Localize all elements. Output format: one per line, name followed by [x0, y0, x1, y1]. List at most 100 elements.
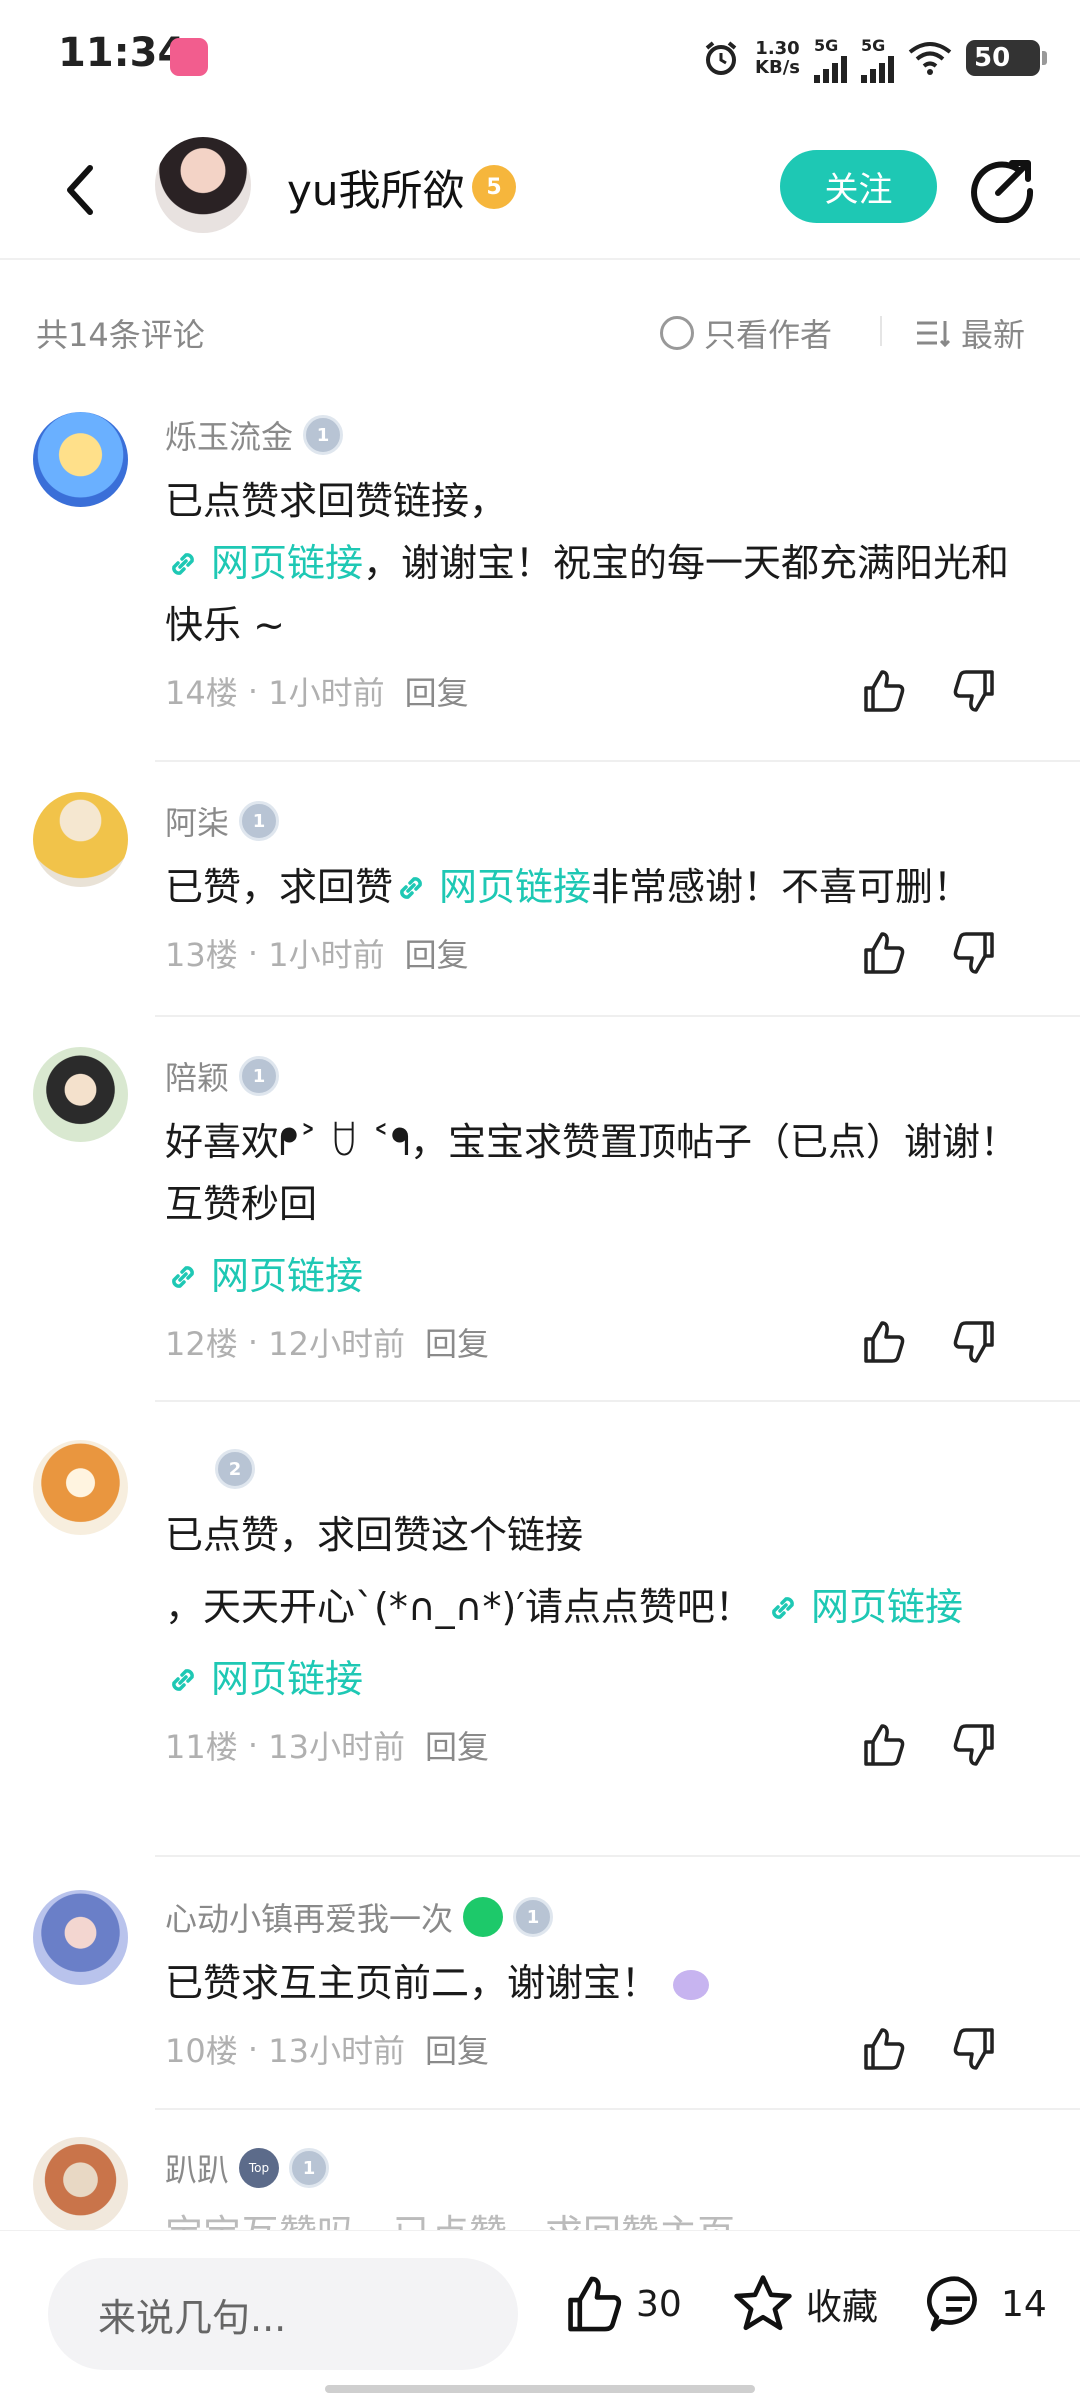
- like-button[interactable]: 30: [560, 2271, 682, 2337]
- reply-button[interactable]: 回复: [425, 1319, 489, 1365]
- commenter-name[interactable]: 心动小镇再爱我一次: [165, 1894, 453, 1940]
- favorite-label: 收藏: [806, 2287, 879, 2328]
- sort-latest-label: 最新: [961, 316, 1026, 354]
- commenter-name[interactable]: 阿柒: [165, 798, 229, 844]
- comment-body: 好喜欢ᖰ˃ ꇴ ˂ᖳ，宝宝求赞置顶帖子（已点）谢谢！ 互赞秒回: [165, 1120, 1018, 1226]
- level-value: 1: [302, 2157, 316, 2179]
- signal-2-label: 5G: [861, 35, 886, 55]
- comment-actions: [858, 1720, 1000, 1770]
- thumbs-up-icon[interactable]: [858, 928, 908, 978]
- commenter-avatar[interactable]: [33, 2137, 128, 2230]
- commenter-name[interactable]: 陪颖: [165, 1053, 229, 1099]
- signal-1: 5G: [814, 34, 847, 83]
- sort-latest-button[interactable]: 最新: [915, 310, 1025, 356]
- signal-bars-icon: [861, 55, 894, 83]
- web-link[interactable]: 网页链接: [165, 1657, 363, 1701]
- radio-circle-icon: [660, 316, 694, 350]
- commenter-name[interactable]: 趴趴: [165, 2145, 229, 2191]
- vip-badge-icon: [463, 1897, 504, 1937]
- comment-meta: 10楼 · 13小时前 回复: [165, 2014, 1040, 2084]
- thumbs-up-icon[interactable]: [858, 666, 908, 716]
- comment-meta: 13楼 · 1小时前 回复: [165, 918, 1040, 988]
- comment-line: 网页链接: [165, 1648, 1040, 1710]
- thumbs-up-icon[interactable]: [858, 2024, 908, 2074]
- thumbs-up-icon[interactable]: [858, 1317, 908, 1367]
- comment-body: 已赞求互主页前二，谢谢宝！: [165, 1961, 660, 2005]
- comment-time: 13小时前: [268, 1728, 405, 1766]
- thumbs-down-icon[interactable]: [950, 1720, 1000, 1770]
- commenter-name-row: 陪颖 1: [165, 1051, 1040, 1101]
- author-only-toggle[interactable]: 只看作者: [660, 310, 832, 356]
- share-button[interactable]: [968, 153, 1038, 224]
- author-avatar[interactable]: [155, 137, 251, 233]
- home-indicator[interactable]: [325, 2385, 755, 2393]
- commenter-name[interactable]: 烁玉流金: [165, 412, 293, 458]
- comment-line: 已点赞求回赞链接，: [165, 479, 508, 523]
- divider: [155, 1400, 1080, 1402]
- floor-number: 14楼: [165, 674, 238, 712]
- comment-list: 烁玉流金 1 已点赞求回赞链接， 网页链接，谢谢宝！祝宝的每一天都充满阳光和快乐…: [0, 400, 1080, 2230]
- signal-1-label: 5G: [814, 35, 839, 55]
- comment-text-before-link: 已赞，求回赞: [165, 865, 394, 909]
- thumbs-down-icon[interactable]: [950, 1317, 1000, 1367]
- web-link[interactable]: 网页链接: [165, 541, 363, 585]
- comment-item: 2 已点赞，求回赞这个链接 ，天天开心`(*∩_∩*)′请点点赞吧！ 网页链接 …: [0, 1410, 1080, 1857]
- author-level-value: 5: [486, 174, 502, 200]
- back-button[interactable]: [50, 155, 110, 225]
- web-link-label: 网页链接: [811, 1585, 964, 1629]
- commenter-avatar[interactable]: [33, 792, 128, 887]
- comment-time: 13小时前: [268, 2032, 405, 2070]
- reply-button[interactable]: 回复: [405, 668, 469, 714]
- comment-text: 已点赞，求回赞这个链接 ，天天开心`(*∩_∩*)′请点点赞吧！ 网页链接 网页…: [165, 1504, 1040, 1710]
- divider: [155, 760, 1080, 762]
- floor-number: 13楼: [165, 936, 238, 974]
- reply-button[interactable]: 回复: [425, 2026, 489, 2072]
- favorite-button[interactable]: 收藏: [730, 2271, 878, 2337]
- divider: [880, 316, 882, 346]
- reply-button[interactable]: 回复: [425, 1722, 489, 1768]
- comment-actions: [858, 1317, 1000, 1367]
- thumbs-up-icon: [568, 2276, 622, 2332]
- comment-line: 网页链接: [165, 1245, 1040, 1307]
- reply-button[interactable]: 回复: [405, 930, 469, 976]
- author-name[interactable]: yu我所欲: [287, 157, 464, 218]
- comment-text-before-link: ，天天开心`(*∩_∩*)′请点点赞吧！: [165, 1585, 753, 1629]
- commenter-avatar[interactable]: [33, 1047, 128, 1142]
- comment-item: 趴趴 Top 1 宝宝互赞吗，已点赞，求回赞主页: [0, 2115, 1080, 2230]
- comment-line: ，天天开心`(*∩_∩*)′请点点赞吧！ 网页链接: [165, 1576, 1040, 1638]
- commenter-name-row: 2: [165, 1444, 1040, 1494]
- battery-level: 50: [974, 43, 1011, 73]
- comment-text: 宝宝互赞吗，已点赞，求回赞主页: [165, 2203, 1040, 2230]
- sort-list-icon: [917, 321, 951, 348]
- thumbs-down-icon[interactable]: [950, 2024, 1000, 2074]
- wifi-icon: [908, 42, 952, 75]
- comment-actions: [858, 666, 1000, 716]
- divider: [155, 2108, 1080, 2110]
- link-icon: [172, 1266, 194, 1288]
- web-link[interactable]: 网页链接: [393, 865, 591, 909]
- commenter-avatar[interactable]: [33, 1440, 128, 1535]
- net-speed-unit: KB/s: [755, 57, 800, 78]
- follow-button[interactable]: 关注: [780, 150, 937, 223]
- commenter-avatar[interactable]: [33, 412, 128, 507]
- thumbs-up-icon[interactable]: [858, 1720, 908, 1770]
- comment-time: 12小时前: [268, 1325, 405, 1363]
- divider: [155, 1015, 1080, 1017]
- comment-input[interactable]: 来说几句...: [48, 2258, 518, 2370]
- link-icon: [772, 1597, 794, 1619]
- thumbs-down-icon[interactable]: [950, 928, 1000, 978]
- separator-dot: ·: [237, 934, 269, 972]
- signal-bars-icon: [814, 55, 847, 83]
- author-only-label: 只看作者: [704, 316, 833, 354]
- comment-time: 1小时前: [268, 936, 385, 974]
- web-link[interactable]: 网页链接: [165, 1254, 363, 1298]
- comment-actions: [858, 928, 1000, 978]
- thumbs-down-icon[interactable]: [950, 666, 1000, 716]
- bilibili-app-icon: [170, 38, 208, 76]
- author-level-badge: 5: [472, 165, 516, 209]
- commenter-avatar[interactable]: [33, 1890, 128, 1985]
- comment-button[interactable]: 14: [925, 2271, 1047, 2337]
- net-speed-value: 1.30: [755, 38, 800, 59]
- web-link[interactable]: 网页链接: [765, 1585, 963, 1629]
- level-badge: 1: [239, 801, 280, 841]
